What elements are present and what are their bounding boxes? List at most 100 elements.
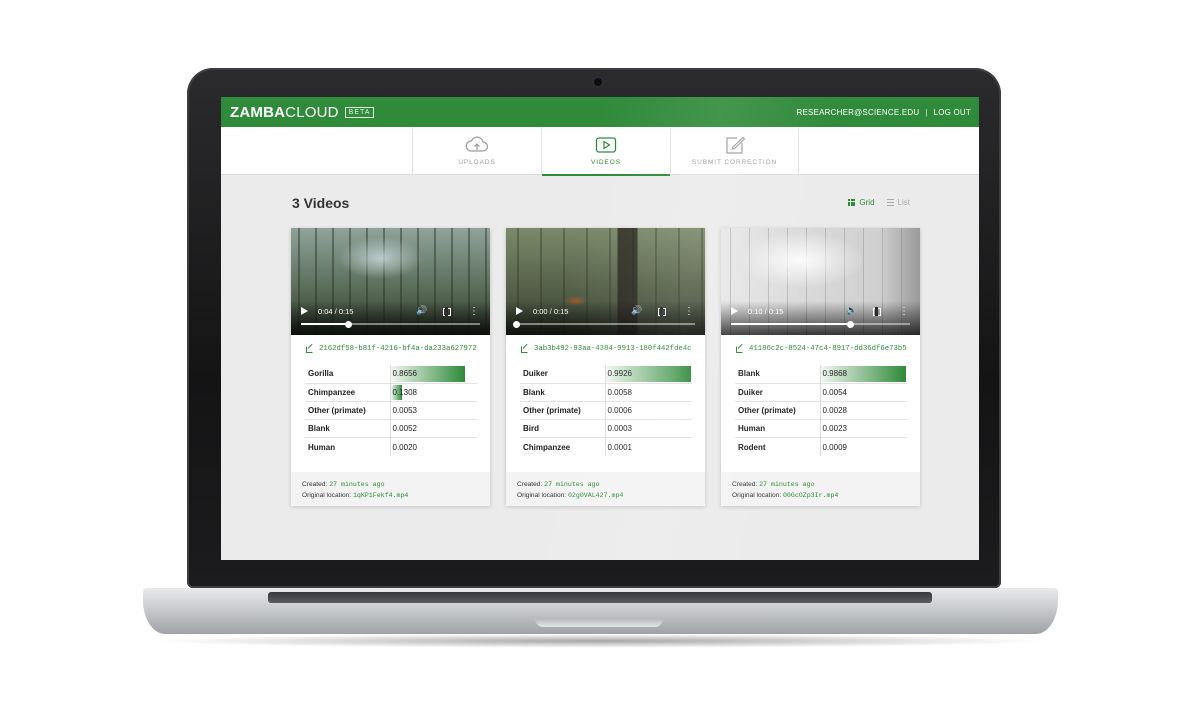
- more-options-icon[interactable]: ⋮: [469, 307, 479, 317]
- video-player[interactable]: 0:00 / 0:15 🔊 ⋮: [506, 228, 705, 335]
- prediction-value: 0.0053: [392, 405, 417, 415]
- volume-icon[interactable]: 🔊: [846, 305, 857, 316]
- more-options-icon[interactable]: ⋮: [684, 307, 694, 317]
- prediction-value-cell: 0.0001: [604, 437, 692, 456]
- confidence-bar: [605, 384, 606, 400]
- video-progress-track[interactable]: [301, 320, 480, 328]
- location-value: 02g0VAL427.mp4: [567, 492, 624, 499]
- species-label: Blank: [738, 369, 760, 379]
- account-separator: |: [925, 107, 928, 117]
- user-email-link[interactable]: RESEARCHER@SCIENCE.EDU: [797, 108, 920, 117]
- prediction-value: 0.9926: [607, 369, 632, 379]
- table-row: Human 0.0020: [305, 437, 477, 456]
- video-id-link[interactable]: 41186c2c-8524-47c4-8917-dd36df6e73b5: [736, 345, 920, 353]
- list-icon: [886, 199, 894, 206]
- location-line: Original location: 1qKP1Fekf4.mp4: [302, 490, 490, 501]
- species-label: Human: [305, 437, 390, 456]
- species-label: Chimpanzee: [520, 437, 605, 456]
- species-label: Duiker: [735, 382, 820, 402]
- table-row: Bird 0.0003: [520, 419, 692, 438]
- prediction-value: 0.0052: [392, 424, 417, 434]
- video-player[interactable]: 0:10 / 0:15 🔊 ⋮: [721, 228, 920, 335]
- volume-icon[interactable]: 🔊: [416, 305, 427, 316]
- species-label: Bird: [520, 419, 605, 438]
- laptop-notch: [535, 619, 663, 627]
- location-line: Original location: 02g0VAL427.mp4: [517, 490, 705, 501]
- external-link-icon: [521, 345, 528, 353]
- created-label: Created:: [732, 481, 758, 488]
- prediction-value: 0.0003: [607, 424, 632, 434]
- video-meta: Created: 27 minutes ago Original locatio…: [506, 472, 705, 506]
- play-icon[interactable]: [301, 307, 308, 315]
- video-id: 2162df58-b81f-4216-bf4a-da233a627972: [319, 345, 477, 353]
- table-row: Other (primate) 0.0028: [735, 400, 907, 420]
- fullscreen-icon[interactable]: [443, 307, 451, 316]
- prediction-value-cell: 0.0020: [389, 437, 477, 456]
- species-label: Rodent: [735, 437, 820, 456]
- prediction-value: 0.0001: [607, 442, 632, 452]
- fullscreen-icon[interactable]: [658, 307, 666, 316]
- predictions-table: Gorilla 0.8656 Chimpanzee 0.1308 Other (pr…: [305, 365, 477, 456]
- prediction-value: 0.0058: [607, 387, 632, 397]
- table-row: Duiker 0.0054: [735, 382, 907, 402]
- video-progress-knob[interactable]: [345, 320, 353, 328]
- video-time: 0:04 / 0:15: [318, 307, 354, 316]
- table-row: Gorilla 0.8656: [305, 365, 477, 384]
- brand-logo[interactable]: ZAMBA CLOUD BETA: [230, 103, 375, 121]
- laptop-keyboard: [268, 592, 932, 603]
- grid-view-label: Grid: [859, 198, 875, 207]
- species-label: Human: [735, 419, 820, 438]
- video-player[interactable]: 0:04 / 0:15 🔊 ⋮: [291, 228, 490, 335]
- species-label: Gorilla: [308, 369, 334, 379]
- video-id: 41186c2c-8524-47c4-8917-dd36df6e73b5: [749, 345, 907, 353]
- video-progress-knob[interactable]: [512, 320, 520, 328]
- video-progress-knob[interactable]: [846, 320, 854, 328]
- app-screen: ZAMBA CLOUD BETA RESEARCHER@SCIENCE.EDU …: [221, 97, 979, 560]
- table-row: Duiker 0.9926: [520, 365, 692, 384]
- prediction-value: 0.0006: [607, 405, 632, 415]
- location-label: Original location:: [302, 492, 352, 499]
- tab-uploads[interactable]: UPLOADS: [412, 127, 541, 175]
- table-row: Chimpanzee 0.1308: [305, 382, 477, 402]
- table-row: Other (primate) 0.0053: [305, 400, 477, 420]
- tab-videos[interactable]: VIDEOS: [541, 127, 670, 176]
- play-icon[interactable]: [731, 307, 738, 315]
- table-row: Blank 0.0052: [305, 419, 477, 438]
- logout-button[interactable]: LOG OUT: [934, 108, 971, 117]
- prediction-value: 0.1308: [392, 387, 417, 397]
- grid-view-button[interactable]: Grid: [848, 198, 875, 207]
- video-progress-track[interactable]: [731, 320, 910, 328]
- brand-bold: ZAMBA: [230, 103, 286, 121]
- video-meta: Created: 27 minutes ago Original locatio…: [721, 472, 920, 506]
- external-link-icon: [306, 345, 313, 353]
- created-value: 27 minutes ago: [544, 481, 600, 488]
- species-label: Blank: [305, 419, 390, 438]
- brand-light: CLOUD: [285, 103, 339, 121]
- species-label: Blank: [520, 382, 605, 402]
- view-toggle: Grid List: [848, 198, 910, 207]
- external-link-icon: [736, 345, 743, 353]
- video-progress-fill: [731, 323, 851, 325]
- location-label: Original location:: [517, 492, 567, 499]
- more-options-icon[interactable]: ⋮: [899, 307, 909, 317]
- video-id-link[interactable]: 2162df58-b81f-4216-bf4a-da233a627972: [306, 345, 490, 353]
- video-progress-track[interactable]: [512, 320, 695, 328]
- play-icon[interactable]: [516, 307, 523, 315]
- video-id-link[interactable]: 3ab3b492-93aa-4384-9913-180f442fde4c: [521, 345, 705, 353]
- prediction-value-cell: 0.0006: [604, 400, 692, 420]
- tab-submit-correction[interactable]: SUBMIT CORRECTION: [670, 127, 799, 175]
- volume-icon[interactable]: 🔊: [631, 305, 642, 316]
- top-bar: ZAMBA CLOUD BETA RESEARCHER@SCIENCE.EDU …: [221, 97, 979, 127]
- grid-icon: [848, 199, 856, 206]
- tab-videos-label: VIDEOS: [591, 159, 621, 166]
- prediction-value-cell: 0.0003: [604, 419, 692, 438]
- list-view-button[interactable]: List: [886, 198, 910, 207]
- prediction-value: 0.0054: [822, 387, 847, 397]
- video-time: 0:00 / 0:15: [533, 307, 569, 316]
- prediction-value: 0.9868: [822, 369, 847, 379]
- account-area: RESEARCHER@SCIENCE.EDU | LOG OUT: [797, 108, 971, 117]
- table-row: Chimpanzee 0.0001: [520, 437, 692, 456]
- fullscreen-icon[interactable]: [873, 307, 881, 316]
- table-row: Rodent 0.0009: [735, 437, 907, 456]
- video-time: 0:10 / 0:15: [748, 307, 784, 316]
